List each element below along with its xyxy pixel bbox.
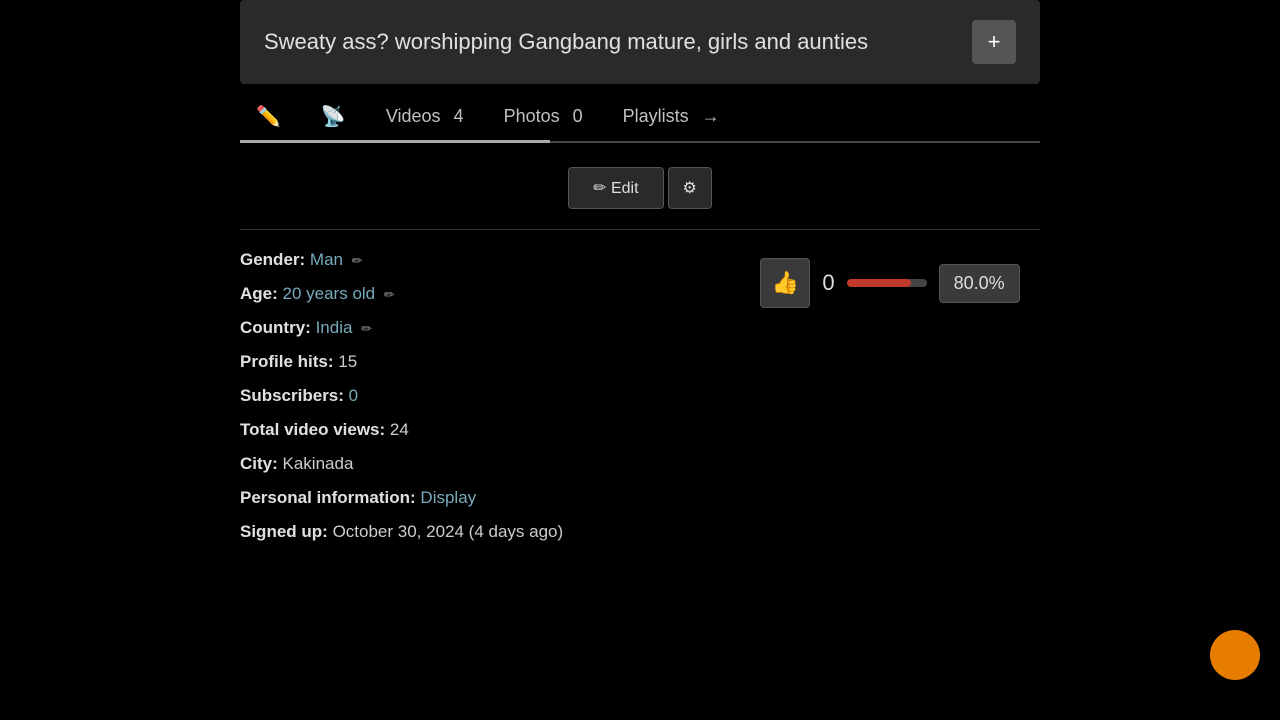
rating-row: 👍 0 80.0% bbox=[760, 258, 1019, 308]
age-row: Age: 20 years old ✏ bbox=[240, 284, 700, 304]
gender-label: Gender: bbox=[240, 250, 305, 269]
country-edit-icon[interactable]: ✏ bbox=[361, 321, 372, 336]
subscribers-label: Subscribers: bbox=[240, 386, 344, 405]
age-edit-icon[interactable]: ✏ bbox=[384, 287, 395, 302]
tab-playlists[interactable]: Playlists → bbox=[607, 94, 736, 139]
personal-info-row: Personal information: Display bbox=[240, 488, 700, 508]
country-label: Country: bbox=[240, 318, 311, 337]
feed-tab-icon: 📡 bbox=[321, 104, 346, 129]
age-value[interactable]: 20 years old bbox=[283, 284, 376, 303]
subscribers-value[interactable]: 0 bbox=[349, 386, 358, 405]
age-label: Age: bbox=[240, 284, 278, 303]
settings-button[interactable]: ⚙ bbox=[668, 167, 712, 209]
videos-count: 4 bbox=[454, 106, 464, 127]
rating-bar bbox=[847, 279, 927, 287]
country-row: Country: India ✏ bbox=[240, 318, 700, 338]
signed-up-value: October 30, 2024 (4 days ago) bbox=[333, 522, 564, 541]
videos-tab-label: Videos bbox=[386, 106, 441, 127]
profile-hits-label: Profile hits: bbox=[240, 352, 334, 371]
city-value: Kakinada bbox=[283, 454, 354, 473]
rating-bar-fill bbox=[847, 279, 911, 287]
personal-info-link[interactable]: Display bbox=[420, 488, 476, 507]
photos-count: 0 bbox=[573, 106, 583, 127]
total-views-row: Total video views: 24 bbox=[240, 420, 700, 440]
city-label: City: bbox=[240, 454, 278, 473]
tab-edit[interactable]: ✏️ bbox=[240, 92, 297, 141]
gender-edit-icon[interactable]: ✏ bbox=[352, 253, 363, 268]
thumbs-up-button[interactable]: 👍 bbox=[760, 258, 810, 308]
city-row: City: Kakinada bbox=[240, 454, 700, 474]
total-views-label: Total video views: bbox=[240, 420, 385, 439]
subscribers-row: Subscribers: 0 bbox=[240, 386, 700, 406]
tab-videos[interactable]: Videos 4 bbox=[370, 94, 480, 139]
profile-hits-value: 15 bbox=[338, 352, 357, 371]
gender-row: Gender: Man ✏ bbox=[240, 250, 700, 270]
signed-up-label: Signed up: bbox=[240, 522, 328, 541]
edit-section: ✏ Edit ⚙ bbox=[240, 159, 1040, 230]
profile-info-right: 👍 0 80.0% bbox=[740, 250, 1040, 556]
rating-count: 0 bbox=[822, 270, 834, 296]
personal-info-label: Personal information: bbox=[240, 488, 416, 507]
nav-bar: ✏️ 📡 Videos 4 Photos 0 Playlists → bbox=[240, 92, 1040, 143]
active-tab-indicator bbox=[240, 140, 550, 143]
edit-tab-icon: ✏️ bbox=[256, 104, 281, 129]
add-button[interactable]: + bbox=[972, 20, 1016, 64]
gender-value[interactable]: Man bbox=[310, 250, 343, 269]
title-bar: Sweaty ass? worshipping Gangbang mature,… bbox=[240, 0, 1040, 84]
notification-circle[interactable] bbox=[1210, 630, 1260, 680]
playlists-arrow: → bbox=[702, 106, 720, 127]
profile-hits-row: Profile hits: 15 bbox=[240, 352, 700, 372]
photos-tab-label: Photos bbox=[504, 106, 560, 127]
settings-icon: ⚙ bbox=[683, 180, 697, 197]
country-value[interactable]: India bbox=[316, 318, 353, 337]
signed-up-row: Signed up: October 30, 2024 (4 days ago) bbox=[240, 522, 700, 542]
tab-photos[interactable]: Photos 0 bbox=[488, 94, 599, 139]
profile-section: Gender: Man ✏ Age: 20 years old ✏ Countr… bbox=[240, 250, 1040, 556]
tab-feed[interactable]: 📡 bbox=[305, 92, 362, 141]
rating-percent: 80.0% bbox=[939, 264, 1020, 303]
total-views-value: 24 bbox=[390, 420, 409, 439]
thumb-icon: 👍 bbox=[772, 270, 799, 296]
channel-title: Sweaty ass? worshipping Gangbang mature,… bbox=[264, 27, 956, 58]
playlists-tab-label: Playlists bbox=[623, 106, 689, 127]
edit-button[interactable]: ✏ Edit bbox=[568, 167, 663, 209]
profile-info-left: Gender: Man ✏ Age: 20 years old ✏ Countr… bbox=[240, 250, 700, 556]
edit-button-label: ✏ Edit bbox=[593, 178, 638, 198]
